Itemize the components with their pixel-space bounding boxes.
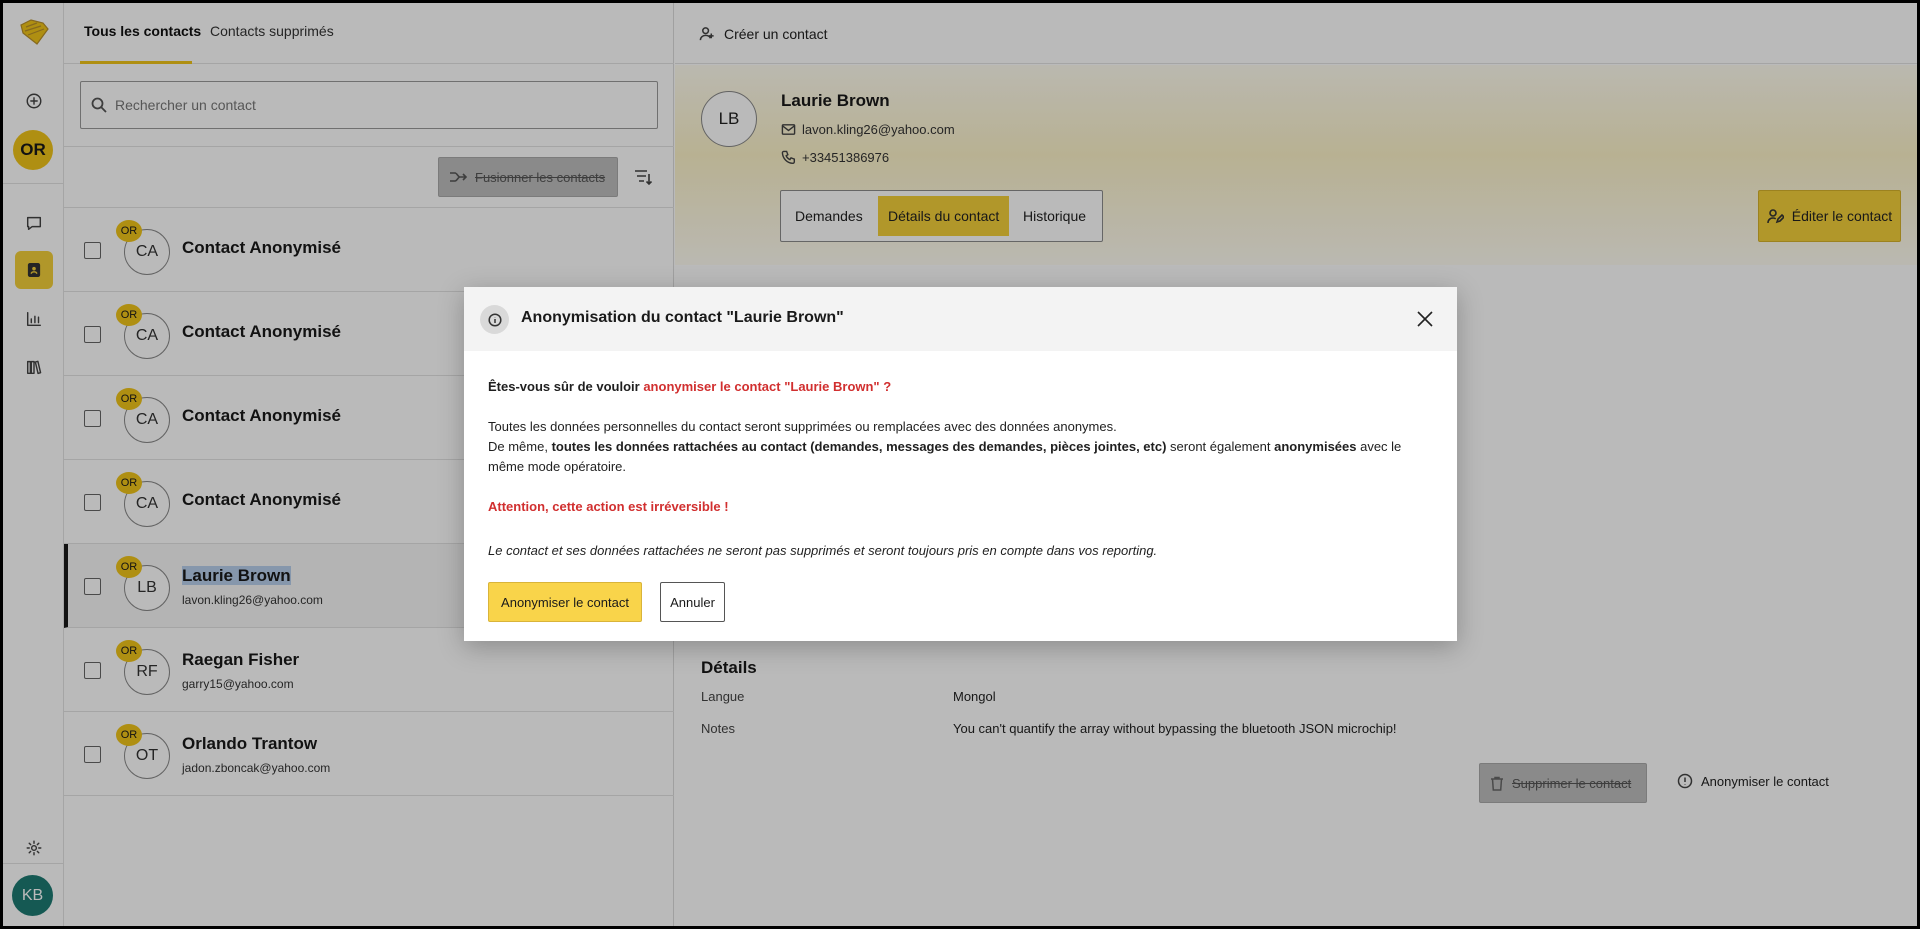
dialog-explanation: Toutes les données personnelles du conta…	[488, 417, 1438, 477]
info-icon	[480, 305, 509, 334]
dialog-question: Êtes-vous sûr de vouloir anonymiser le c…	[488, 377, 1438, 397]
dialog-note: Le contact et ses données rattachées ne …	[488, 543, 1158, 558]
explanation-line-2a: De même,	[488, 439, 552, 454]
explanation-line-1: Toutes les données personnelles du conta…	[488, 419, 1117, 434]
explanation-line-2c: seront également	[1166, 439, 1275, 454]
dialog-header: Anonymisation du contact "Laurie Brown"	[464, 287, 1457, 351]
explanation-line-2b: toutes les données rattachées au contact…	[551, 439, 1167, 454]
cancel-button[interactable]: Annuler	[660, 582, 725, 622]
app-window: OR KB Tous les contacts Contacts supprim…	[3, 3, 1917, 926]
confirm-anonymize-button[interactable]: Anonymiser le contact	[488, 582, 642, 622]
dialog-body: Êtes-vous sûr de vouloir anonymiser le c…	[488, 377, 1438, 561]
dialog-title: Anonymisation du contact "Laurie Brown"	[521, 309, 844, 326]
explanation-line-2d: anonymisées	[1274, 439, 1357, 454]
close-icon[interactable]	[1413, 307, 1437, 331]
anonymize-dialog: Anonymisation du contact "Laurie Brown" …	[464, 287, 1457, 641]
question-highlight: anonymiser le contact "Laurie Brown" ?	[643, 379, 892, 394]
dialog-warning: Attention, cette action est irréversible…	[488, 499, 729, 514]
question-prefix: Êtes-vous sûr de vouloir	[488, 379, 644, 394]
